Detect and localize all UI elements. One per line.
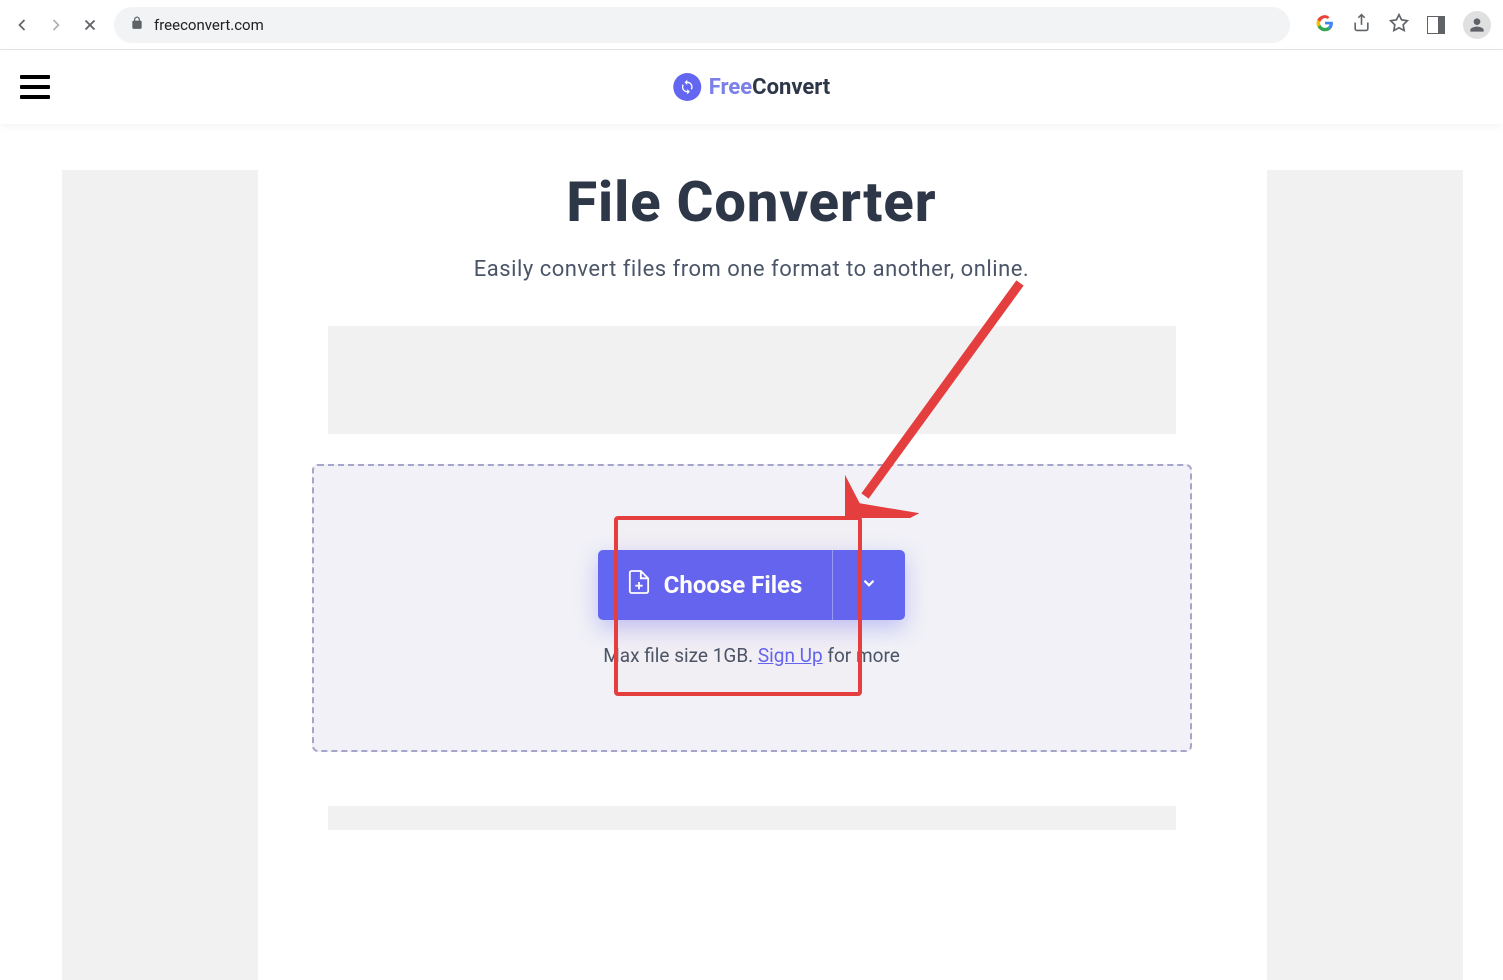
choose-files-wrap: Choose Files	[598, 550, 906, 620]
choose-files-button[interactable]: Choose Files	[598, 550, 834, 620]
url-text: freeconvert.com	[154, 16, 264, 34]
forward-button[interactable]	[46, 15, 66, 35]
site-logo[interactable]: FreeConvert	[673, 73, 831, 101]
address-bar[interactable]: freeconvert.com	[114, 7, 1290, 43]
back-button[interactable]	[12, 15, 32, 35]
choose-files-label: Choose Files	[664, 571, 803, 599]
browser-right-icons	[1316, 11, 1491, 39]
sign-up-link[interactable]: Sign Up	[758, 644, 823, 667]
main-column: File Converter Easily convert files from…	[312, 169, 1192, 830]
page-subtitle: Easily convert files from one format to …	[474, 257, 1029, 282]
ad-slot-bottom	[328, 806, 1176, 830]
max-file-line: Max file size 1GB. Sign Up for more	[603, 644, 900, 667]
page-title: File Converter	[566, 169, 936, 235]
file-dropzone[interactable]: Choose Files Max file size 1GB. Sign Up …	[312, 464, 1192, 752]
logo-text: FreeConvert	[709, 75, 831, 100]
menu-button[interactable]	[20, 75, 50, 99]
max-file-prefix: Max file size 1GB.	[603, 644, 758, 667]
browser-bar: freeconvert.com	[0, 0, 1503, 50]
max-file-suffix: for more	[823, 644, 900, 667]
logo-badge-icon	[673, 73, 701, 101]
chevron-down-icon	[860, 574, 878, 596]
close-button[interactable]	[80, 15, 100, 35]
profile-avatar[interactable]	[1463, 11, 1491, 39]
ad-slot-top	[328, 326, 1176, 434]
file-add-icon	[628, 569, 650, 601]
bookmark-star-icon[interactable]	[1389, 13, 1409, 37]
choose-files-dropdown[interactable]	[833, 550, 905, 620]
lock-icon	[130, 16, 144, 34]
panels-icon[interactable]	[1427, 16, 1445, 34]
google-icon[interactable]	[1316, 14, 1334, 36]
site-header: FreeConvert	[0, 50, 1503, 124]
right-ad-sidebar	[1267, 170, 1463, 980]
page-content: File Converter Easily convert files from…	[0, 124, 1503, 830]
left-ad-sidebar	[62, 170, 258, 980]
share-icon[interactable]	[1352, 13, 1371, 36]
